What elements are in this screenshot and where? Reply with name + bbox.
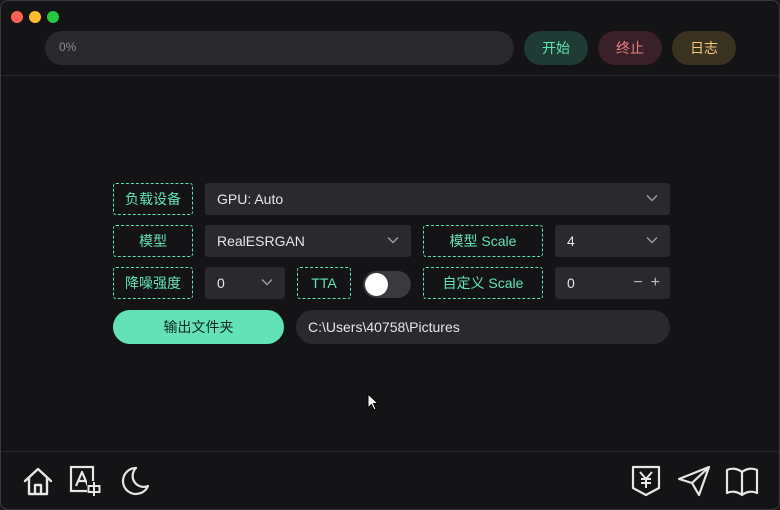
plus-icon[interactable]: + xyxy=(651,275,660,291)
device-select-value: GPU: Auto xyxy=(217,191,284,207)
app-window: 0% 开始 终止 日志 负载设备 GPU: Auto 模型 RealESRGAN… xyxy=(0,0,780,510)
tta-label: TTA xyxy=(297,267,351,299)
model-scale-label: 模型 Scale xyxy=(423,225,543,257)
tta-toggle-knob xyxy=(365,273,388,296)
model-label: 模型 xyxy=(113,225,193,257)
send-icon[interactable] xyxy=(677,464,711,498)
denoise-value: 0 xyxy=(217,275,225,291)
custom-scale-label: 自定义 Scale xyxy=(423,267,543,299)
yen-donate-icon[interactable] xyxy=(629,464,663,498)
denoise-select[interactable]: 0 xyxy=(205,267,285,299)
model-scale-select[interactable]: 4 xyxy=(555,225,670,257)
start-button[interactable]: 开始 xyxy=(524,31,588,65)
output-path-text: C:\Users\40758\Pictures xyxy=(308,319,460,335)
mouse-cursor-icon xyxy=(367,393,379,411)
chevron-down-icon xyxy=(261,278,273,286)
model-scale-value: 4 xyxy=(567,233,575,249)
log-button[interactable]: 日志 xyxy=(672,31,736,65)
device-label: 负载设备 xyxy=(113,183,193,215)
custom-scale-stepper[interactable]: 0 − + xyxy=(555,267,670,299)
model-select-value: RealESRGAN xyxy=(217,233,305,249)
tta-toggle[interactable] xyxy=(363,271,411,298)
progress-text: 0% xyxy=(59,40,77,54)
device-select[interactable]: GPU: Auto xyxy=(205,183,670,215)
toolbar: 0% 开始 终止 日志 xyxy=(1,1,779,76)
chevron-down-icon xyxy=(387,236,399,244)
stop-button[interactable]: 终止 xyxy=(598,31,662,65)
translate-icon[interactable] xyxy=(69,464,103,498)
moon-icon[interactable] xyxy=(117,464,151,498)
home-icon[interactable] xyxy=(21,464,55,498)
output-folder-button[interactable]: 输出文件夹 xyxy=(113,310,284,344)
minus-icon[interactable]: − xyxy=(633,275,642,291)
book-icon[interactable] xyxy=(725,464,759,498)
model-select[interactable]: RealESRGAN xyxy=(205,225,411,257)
progress-bar: 0% xyxy=(45,31,514,65)
chevron-down-icon xyxy=(646,194,658,202)
chevron-down-icon xyxy=(646,236,658,244)
output-path-input[interactable]: C:\Users\40758\Pictures xyxy=(296,310,670,344)
custom-scale-value: 0 xyxy=(567,275,575,291)
denoise-label: 降噪强度 xyxy=(113,267,193,299)
